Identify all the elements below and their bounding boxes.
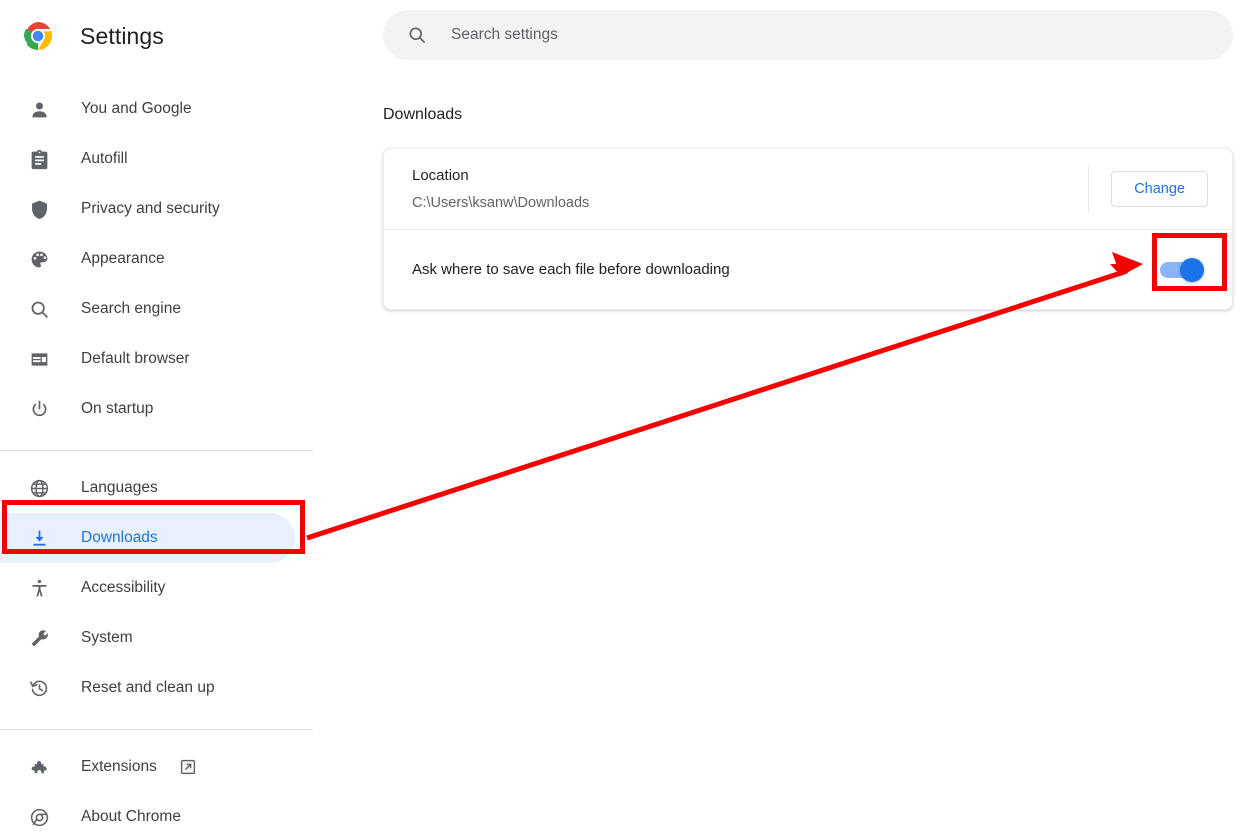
person-icon [28,98,50,120]
brand-header: Settings [0,4,313,68]
download-location-row: Location C:\Users\ksanw\Downloads Change [384,149,1232,229]
palette-icon [28,248,50,270]
clipboard-icon [28,148,50,170]
magnifier-icon [28,298,50,320]
downloads-settings-card: Location C:\Users\ksanw\Downloads Change… [383,148,1233,310]
change-location-button[interactable]: Change [1111,171,1208,207]
chrome-logo-icon [24,22,52,50]
ask-where-to-save-row: Ask where to save each file before downl… [384,229,1232,309]
chrome-outline-icon [28,806,50,828]
sidebar-item-label: Extensions [81,758,157,775]
sidebar: Settings You and Google Autofill Privacy… [0,0,313,832]
sidebar-item-label: Languages [81,479,158,496]
sidebar-group-3: Extensions About Chrome [0,742,313,832]
sidebar-group-2: Languages Downloads Accessibility System… [0,463,313,713]
section-title: Downloads [383,106,463,123]
main-content: Downloads Location C:\Users\ksanw\Downlo… [313,0,1243,832]
sidebar-item-search-engine[interactable]: Search engine [0,284,313,334]
sidebar-item-downloads[interactable]: Downloads [0,513,295,563]
sidebar-item-you-and-google[interactable]: You and Google [0,84,313,134]
search-input[interactable] [451,26,1151,44]
sidebar-item-label: You and Google [81,100,192,117]
sidebar-item-on-startup[interactable]: On startup [0,384,313,434]
sidebar-item-label: About Chrome [81,808,181,825]
search-bar[interactable] [383,10,1233,60]
history-restore-icon [28,677,50,699]
ask-where-to-save-toggle[interactable] [1160,257,1204,282]
sidebar-item-label: On startup [81,400,154,417]
sidebar-item-label: Autofill [81,150,128,167]
location-label: Location [412,167,469,184]
sidebar-item-default-browser[interactable]: Default browser [0,334,313,384]
sidebar-item-languages[interactable]: Languages [0,463,313,513]
sidebar-item-label: System [81,629,133,646]
sidebar-item-label: Privacy and security [81,200,220,217]
ask-where-to-save-label: Ask where to save each file before downl… [412,260,730,278]
sidebar-item-reset-and-clean-up[interactable]: Reset and clean up [0,663,313,713]
sidebar-divider-1 [0,450,313,451]
sidebar-divider-2 [0,729,313,730]
sidebar-item-extensions[interactable]: Extensions [0,742,313,792]
location-info: Location C:\Users\ksanw\Downloads [412,165,1088,213]
globe-icon [28,477,50,499]
page-title: Settings [80,22,164,49]
sidebar-item-system[interactable]: System [0,613,313,663]
sidebar-item-accessibility[interactable]: Accessibility [0,563,313,613]
sidebar-item-label: Default browser [81,350,190,367]
sidebar-item-privacy-and-security[interactable]: Privacy and security [0,184,313,234]
sidebar-item-about-chrome[interactable]: About Chrome [0,792,313,832]
open-in-new-icon[interactable] [179,758,197,776]
sidebar-item-label: Reset and clean up [81,679,215,696]
sidebar-group-1: You and Google Autofill Privacy and secu… [0,84,313,434]
location-path: C:\Users\ksanw\Downloads [412,195,590,211]
sidebar-item-autofill[interactable]: Autofill [0,134,313,184]
search-icon [407,25,427,45]
settings-window: Settings You and Google Autofill Privacy… [0,0,1243,832]
browser-window-icon [28,348,50,370]
row-divider [1088,165,1090,213]
ask-where-to-save-info: Ask where to save each file before downl… [412,259,1160,281]
wrench-icon [28,627,50,649]
puzzle-icon [28,756,50,778]
sidebar-nav: You and Google Autofill Privacy and secu… [0,84,313,832]
sidebar-item-label: Appearance [81,250,165,267]
toggle-knob [1180,257,1204,282]
sidebar-item-label: Downloads [81,529,158,546]
power-icon [28,398,50,420]
shield-icon [28,198,50,220]
sidebar-item-appearance[interactable]: Appearance [0,234,313,284]
sidebar-item-label: Search engine [81,300,181,317]
sidebar-item-label: Accessibility [81,579,166,596]
download-icon [28,527,50,549]
accessibility-icon [28,577,50,599]
